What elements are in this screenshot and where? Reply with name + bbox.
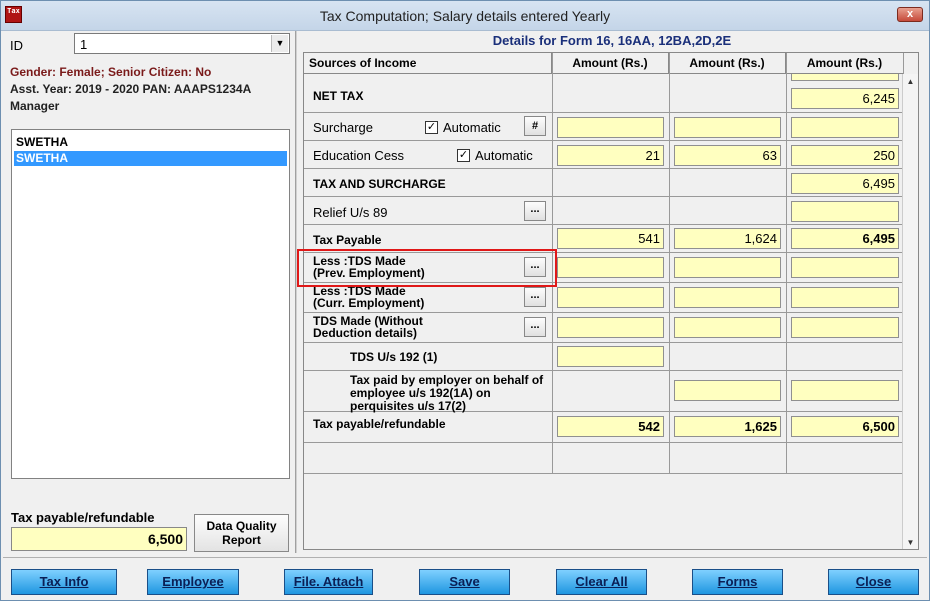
edu-cess-c1[interactable]: 21: [557, 145, 664, 166]
year-pan-info: Asst. Year: 2019 - 2020 PAN: AAAPS1234A: [10, 82, 252, 96]
highlight-box: [297, 249, 557, 287]
scroll-down-icon[interactable]: ▼: [903, 535, 918, 549]
chevron-down-icon[interactable]: ▼: [271, 35, 288, 52]
edu-cess-c3[interactable]: 250: [791, 145, 899, 166]
window-close-button[interactable]: x: [897, 7, 923, 22]
col-divider: [669, 53, 670, 473]
tax-payable-c2[interactable]: 1,624: [674, 228, 781, 249]
refundable-label: Tax payable/refundable: [313, 417, 446, 431]
edu-cess-auto-checkbox[interactable]: ✓: [457, 149, 470, 162]
surcharge-hash-button[interactable]: #: [524, 116, 546, 136]
title-bar: Tax Tax Computation; Salary details ente…: [1, 1, 929, 31]
tds-wo-c2[interactable]: [674, 317, 781, 338]
id-value: 1: [80, 37, 88, 52]
tax-payable-c1[interactable]: 541: [557, 228, 664, 249]
data-quality-report-button[interactable]: Data Quality Report: [194, 514, 289, 552]
tax-employer-label-2: employee u/s 192(1A) on: [350, 386, 491, 400]
col-divider: [786, 53, 787, 473]
edu-cess-label: Education Cess: [313, 148, 405, 163]
list-item-selected[interactable]: SWETHA: [14, 151, 287, 166]
tds-curr-c1[interactable]: [557, 287, 664, 308]
tds-curr-c2[interactable]: [674, 287, 781, 308]
relief-c3[interactable]: [791, 201, 899, 222]
header-amount-2: Amount (Rs.): [669, 53, 786, 74]
edu-cess-c2[interactable]: 63: [674, 145, 781, 166]
tds-curr-c3[interactable]: [791, 287, 899, 308]
tds-192-c1[interactable]: [557, 346, 664, 367]
id-select[interactable]: 1 ▼: [74, 33, 290, 54]
tds-192-label: TDS U/s 192 (1): [350, 350, 438, 364]
tax-surcharge-c3[interactable]: 6,495: [791, 173, 899, 194]
tax-employer-label-3: perquisites u/s 17(2): [350, 399, 467, 413]
row-divider: [304, 168, 904, 169]
id-label: ID: [10, 38, 23, 53]
surcharge-c3[interactable]: [791, 117, 899, 138]
tax-computation-window: Tax Tax Computation; Salary details ente…: [0, 0, 930, 601]
row-divider: [304, 196, 904, 197]
row-divider: [304, 370, 904, 371]
relief-label: Relief U/s 89: [313, 205, 388, 220]
tax-refundable-label: Tax payable/refundable: [11, 510, 155, 525]
tax-employer-c3[interactable]: [791, 380, 899, 401]
tax-grid: Sources of Income Amount (Rs.) Amount (R…: [303, 52, 919, 550]
tax-info-button[interactable]: Tax Info: [11, 569, 117, 595]
role-info: Manager: [10, 99, 60, 113]
tax-surcharge-label: TAX AND SURCHARGE: [313, 177, 446, 191]
clear-all-button[interactable]: Clear All: [556, 569, 647, 595]
list-item[interactable]: SWETHA: [14, 135, 287, 150]
refundable-c2[interactable]: 1,625: [674, 416, 781, 437]
tds-wo-more-button[interactable]: ...: [524, 317, 546, 337]
scroll-up-icon[interactable]: ▲: [903, 74, 918, 89]
row-divider: [304, 442, 904, 443]
row-divider: [304, 473, 904, 474]
grid-scrollbar[interactable]: ▲ ▼: [902, 74, 918, 549]
surcharge-auto-checkbox[interactable]: ✓: [425, 121, 438, 134]
employee-list[interactable]: SWETHA SWETHA: [11, 129, 290, 479]
refundable-c1[interactable]: 542: [557, 416, 664, 437]
employee-panel: ID 1 ▼ Gender: Female; Senior Citizen: N…: [3, 31, 294, 557]
tax-payable-c3[interactable]: 6,495: [791, 228, 899, 249]
row-divider: [304, 140, 904, 141]
header-amount-1: Amount (Rs.): [552, 53, 669, 74]
panel-divider: [295, 31, 297, 553]
action-bar: Tax Info Employee File. Attach Save Clea…: [3, 557, 927, 600]
file-attach-button[interactable]: File. Attach: [284, 569, 373, 595]
save-button[interactable]: Save: [419, 569, 510, 595]
tax-refundable-value: 6,500: [11, 527, 187, 551]
tds-curr-more-button[interactable]: ...: [524, 287, 546, 307]
header-sources: Sources of Income: [304, 53, 552, 74]
row-divider: [304, 224, 904, 225]
surcharge-c1[interactable]: [557, 117, 664, 138]
employee-button[interactable]: Employee: [147, 569, 239, 595]
row-divider: [304, 312, 904, 313]
tds-wo-c1[interactable]: [557, 317, 664, 338]
net-tax-c3[interactable]: 6,245: [791, 88, 899, 109]
header-amount-3: Amount (Rs.): [786, 53, 904, 74]
tds-wo-c3[interactable]: [791, 317, 899, 338]
tds-prev-c2[interactable]: [674, 257, 781, 278]
tds-prev-c3[interactable]: [791, 257, 899, 278]
close-button[interactable]: Close: [828, 569, 919, 595]
tds-prev-c1[interactable]: [557, 257, 664, 278]
forms-button[interactable]: Forms: [692, 569, 783, 595]
row-divider: [304, 112, 904, 113]
grid-title: Details for Form 16, 16AA, 12BA,2D,2E: [492, 33, 732, 48]
gender-info: Gender: Female; Senior Citizen: No: [10, 65, 212, 79]
net-tax-label: NET TAX: [313, 89, 364, 103]
tax-payable-label: Tax Payable: [313, 233, 382, 247]
amount-cell-partial[interactable]: [791, 74, 899, 81]
window-title: Tax Computation; Salary details entered …: [319, 8, 611, 24]
row-divider: [304, 342, 904, 343]
surcharge-label: Surcharge: [313, 120, 373, 135]
edu-cess-auto-label: Automatic: [475, 148, 533, 163]
tax-employer-label-1: Tax paid by employer on behalf of: [350, 373, 544, 387]
relief-more-button[interactable]: ...: [524, 201, 546, 221]
tds-wo-label-2: Deduction details): [313, 326, 418, 340]
surcharge-c2[interactable]: [674, 117, 781, 138]
refundable-c3[interactable]: 6,500: [791, 416, 899, 437]
surcharge-auto-label: Automatic: [443, 120, 501, 135]
tax-employer-c2[interactable]: [674, 380, 781, 401]
tds-curr-label-2: (Curr. Employment): [313, 296, 425, 310]
